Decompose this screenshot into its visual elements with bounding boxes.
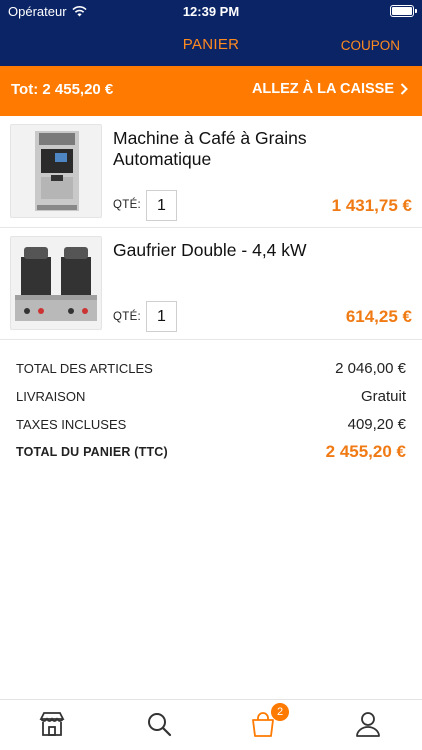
- checkout-button[interactable]: ALLEZ À LA CAISSE: [252, 81, 408, 97]
- coffee-machine-icon: [35, 131, 79, 211]
- product-image-coffee-machine[interactable]: [10, 124, 102, 218]
- summary-row-subtotal: TOTAL DES ARTICLES 2 046,00 €: [16, 354, 406, 382]
- product-name[interactable]: Gaufrier Double - 4,4 kW: [113, 240, 393, 261]
- subtotal-value: 2 046,00 €: [335, 359, 406, 377]
- product-image-waffle-maker[interactable]: [10, 236, 102, 330]
- waffle-maker-icon: [15, 247, 97, 321]
- checkout-bar[interactable]: Tot: 2 455,20 € ALLEZ À LA CAISSE: [0, 66, 422, 116]
- subtotal-label: TOTAL DES ARTICLES: [16, 360, 153, 376]
- summary-row-shipping: LIVRAISON Gratuit: [16, 382, 406, 410]
- search-icon: [148, 713, 172, 737]
- tab-search[interactable]: [145, 710, 175, 740]
- status-bar: Opérateur 12:39 PM: [0, 0, 422, 24]
- quantity-label: QTÉ:: [113, 199, 142, 211]
- quantity-input[interactable]: 1: [146, 190, 177, 221]
- shipping-label: LIVRAISON: [16, 388, 86, 404]
- coupon-button[interactable]: COUPON: [341, 38, 400, 53]
- shipping-value: Gratuit: [360, 387, 406, 405]
- app-header: Opérateur 12:39 PM PANIER COUPON: [0, 0, 422, 66]
- tab-cart[interactable]: 2: [249, 703, 289, 740]
- product-price: 614,25 €: [345, 307, 412, 326]
- cart-count-badge: 2: [271, 703, 289, 721]
- summary-row-total: TOTAL DU PANIER (TTC) 2 455,20 €: [16, 438, 406, 466]
- battery-icon: [390, 5, 417, 17]
- user-icon: [356, 712, 380, 737]
- nav-bar: PANIER COUPON: [0, 24, 422, 66]
- summary-row-tax: TAXES INCLUSES 409,20 €: [16, 410, 406, 438]
- product-price: 1 431,75 €: [331, 196, 412, 215]
- quantity-input[interactable]: 1: [146, 301, 177, 332]
- status-time: 12:39 PM: [182, 4, 240, 19]
- product-name[interactable]: Machine à Café à Grains Automatique: [113, 128, 393, 170]
- tax-label: TAXES INCLUSES: [16, 416, 127, 432]
- chevron-right-icon: [400, 83, 408, 95]
- tab-account[interactable]: [354, 710, 384, 740]
- total-value: 2 455,20 €: [325, 442, 406, 461]
- tax-value: 409,20 €: [347, 415, 406, 433]
- checkout-total: Tot: 2 455,20 €: [11, 81, 114, 98]
- order-summary: TOTAL DES ARTICLES 2 046,00 € LIVRAISON …: [0, 354, 422, 466]
- store-icon: [39, 712, 65, 736]
- checkout-button-label: ALLEZ À LA CAISSE: [251, 81, 394, 97]
- cart-item[interactable]: Gaufrier Double - 4,4 kW QTÉ: 1 614,25 €: [0, 228, 422, 340]
- tab-store[interactable]: [38, 710, 68, 740]
- cart-item[interactable]: Machine à Café à Grains Automatique QTÉ:…: [0, 116, 422, 228]
- quantity-label: QTÉ:: [113, 311, 142, 323]
- tab-bar: 2: [0, 699, 422, 750]
- total-label: TOTAL DU PANIER (TTC): [16, 445, 168, 459]
